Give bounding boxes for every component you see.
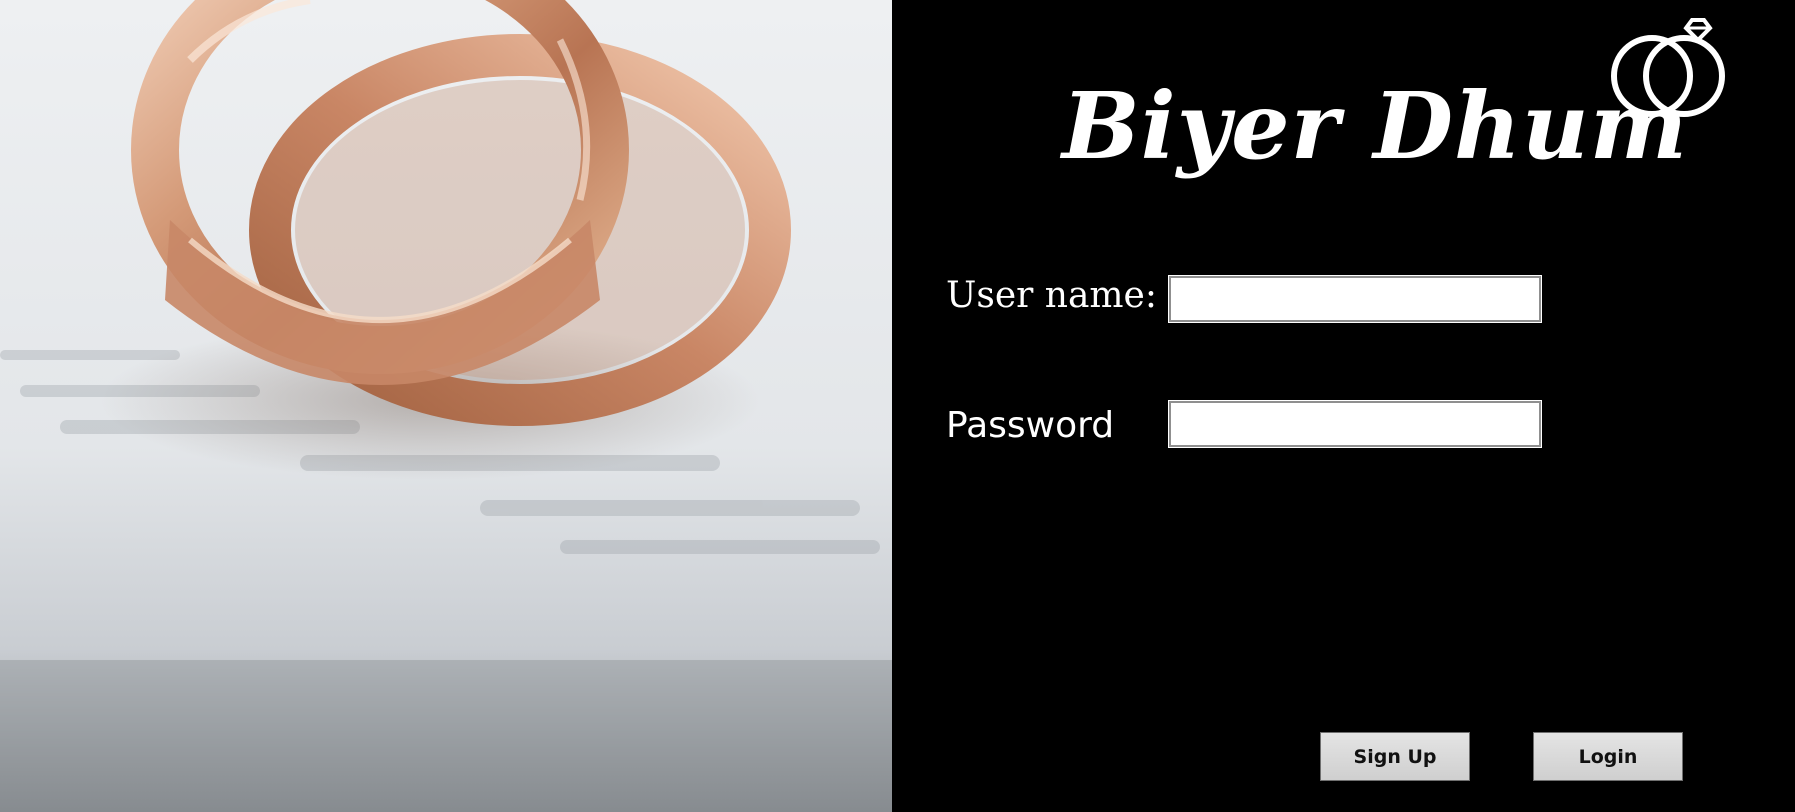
login-button[interactable]: Login xyxy=(1533,732,1683,781)
sign-up-button[interactable]: Sign Up xyxy=(1320,732,1470,781)
login-window: Biyer Dhum User name: Password Sign Up L… xyxy=(0,0,1795,812)
password-label: Password xyxy=(946,405,1115,446)
login-panel: Biyer Dhum User name: Password Sign Up L… xyxy=(892,0,1795,812)
password-input[interactable] xyxy=(1168,400,1542,448)
wedding-rings-image xyxy=(0,0,892,812)
brand-logo-text: Biyer Dhum xyxy=(1062,72,1689,180)
wedding-rings-photo xyxy=(0,0,892,812)
username-input[interactable] xyxy=(1168,275,1542,323)
username-label: User name: xyxy=(946,275,1157,316)
